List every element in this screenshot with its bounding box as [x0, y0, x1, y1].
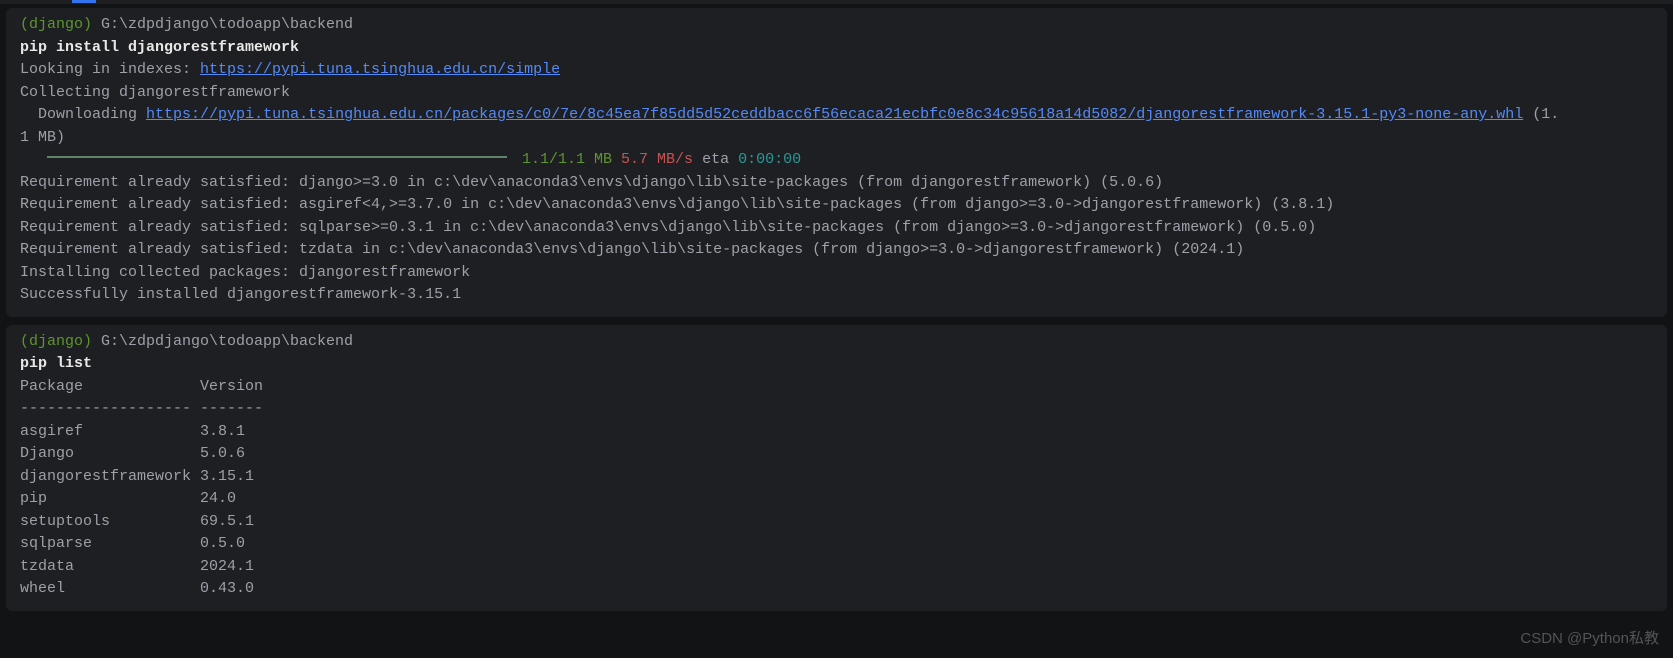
progress-eta-label: eta [693, 151, 738, 168]
download-url-link[interactable]: https://pypi.tuna.tsinghua.edu.cn/packag… [146, 106, 1523, 123]
env-label: (django) [20, 16, 92, 33]
requirement-line: Requirement already satisfied: django>=3… [20, 172, 1653, 195]
pip-list-row: sqlparse 0.5.0 [20, 533, 1653, 556]
collecting-line: Collecting djangorestframework [20, 82, 1653, 105]
env-label: (django) [20, 333, 92, 350]
progress-eta: 0:00:00 [738, 151, 801, 168]
pip-list-row: djangorestframework 3.15.1 [20, 466, 1653, 489]
looking-prefix: Looking in indexes: [20, 61, 200, 78]
progress-speed: 5.7 MB/s [612, 151, 693, 168]
watermark: CSDN @Python私教 [1520, 628, 1659, 651]
downloading-prefix: Downloading [20, 106, 146, 123]
installing-line: Installing collected packages: djangores… [20, 262, 1653, 285]
success-line: Successfully installed djangorestframewo… [20, 284, 1653, 307]
downloading-line: Downloading https://pypi.tuna.tsinghua.e… [20, 104, 1560, 149]
progress-bar [47, 156, 507, 158]
requirement-line: Requirement already satisfied: asgiref<4… [20, 194, 1653, 217]
pip-list-header: Package Version [20, 376, 1653, 399]
prompt-line: (django) G:\zdpdjango\todoapp\backend [20, 14, 1653, 37]
command-install: pip install djangorestframework [20, 37, 1653, 60]
progress-line: 1.1/1.1 MB 5.7 MB/s eta 0:00:00 [20, 149, 1653, 172]
tab-indicator [0, 0, 1673, 4]
prompt-line: (django) G:\zdpdjango\todoapp\backend [20, 331, 1653, 354]
pip-list-row: setuptools 69.5.1 [20, 511, 1653, 534]
pip-list-row: tzdata 2024.1 [20, 556, 1653, 579]
terminal-panel-install[interactable]: (django) G:\zdpdjango\todoapp\backend pi… [6, 8, 1667, 317]
cwd-path: G:\zdpdjango\todoapp\backend [92, 16, 353, 33]
requirement-line: Requirement already satisfied: tzdata in… [20, 239, 1653, 262]
pip-list-divider: ------------------- ------- [20, 398, 1653, 421]
requirement-line: Requirement already satisfied: sqlparse>… [20, 217, 1653, 240]
looking-indexes: Looking in indexes: https://pypi.tuna.ts… [20, 59, 1653, 82]
pip-list-row: pip 24.0 [20, 488, 1653, 511]
terminal-container: (django) G:\zdpdjango\todoapp\backend pi… [0, 0, 1673, 658]
pip-list-row: asgiref 3.8.1 [20, 421, 1653, 444]
pip-list-row: wheel 0.43.0 [20, 578, 1653, 601]
pip-list-row: Django 5.0.6 [20, 443, 1653, 466]
progress-done: 1.1/1.1 MB [513, 151, 612, 168]
terminal-panel-list[interactable]: (django) G:\zdpdjango\todoapp\backend pi… [6, 325, 1667, 611]
command-list: pip list [20, 353, 1653, 376]
index-url-link[interactable]: https://pypi.tuna.tsinghua.edu.cn/simple [200, 61, 560, 78]
cwd-path: G:\zdpdjango\todoapp\backend [92, 333, 353, 350]
